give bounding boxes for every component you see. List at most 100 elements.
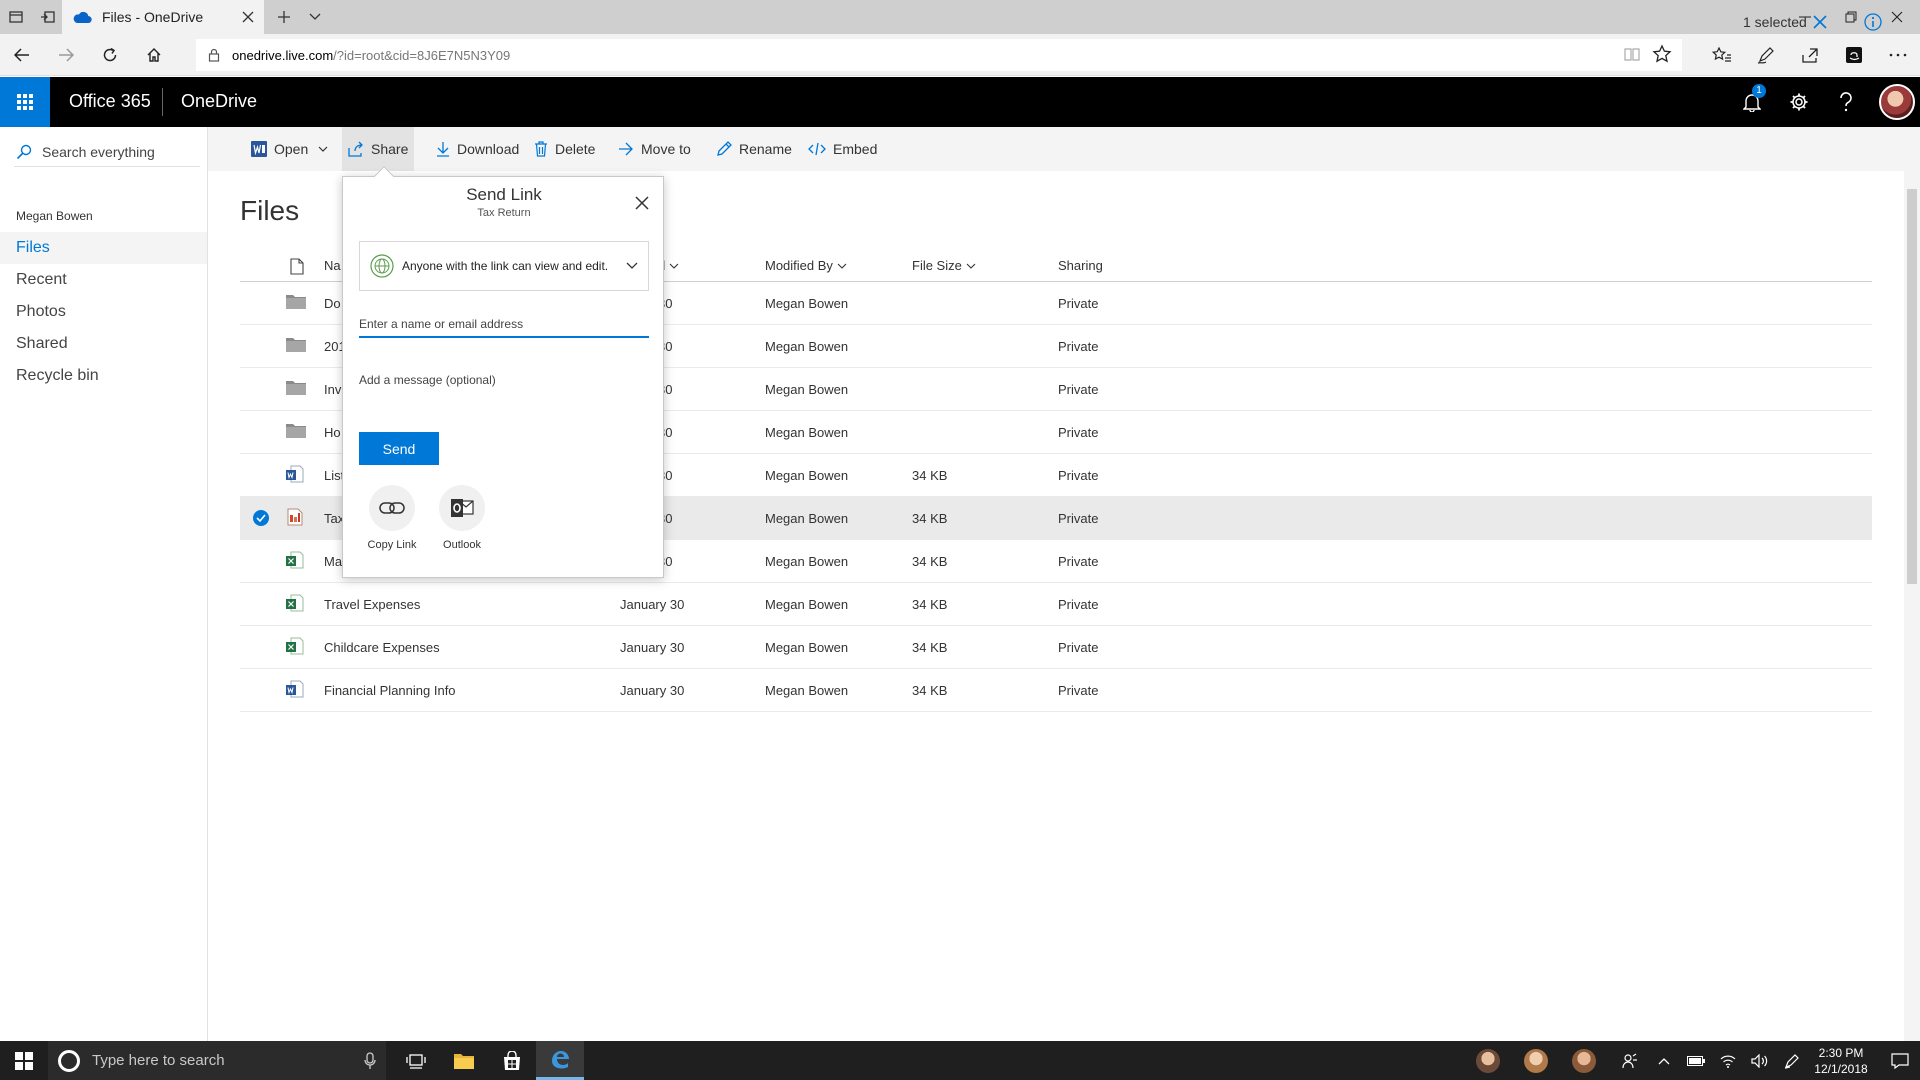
windows-start-icon[interactable]: [0, 1041, 48, 1080]
more-settings-icon[interactable]: [1886, 43, 1910, 67]
microphone-icon[interactable]: [364, 1051, 376, 1070]
wifi-icon[interactable]: [1714, 1041, 1742, 1080]
task-view-icon[interactable]: [392, 1041, 440, 1080]
app-launcher-waffle-icon[interactable]: [0, 77, 50, 127]
clear-selection-close-icon[interactable]: [1811, 13, 1829, 31]
rename-button[interactable]: Rename: [710, 127, 798, 171]
file-modified-by: Megan Bowen: [765, 425, 849, 440]
people-contact-avatar[interactable]: [1524, 1049, 1548, 1073]
file-name[interactable]: Do: [324, 296, 341, 311]
action-center-notification-icon[interactable]: [1880, 1041, 1920, 1080]
people-icon[interactable]: [1616, 1041, 1644, 1080]
file-sharing: Private: [1058, 597, 1099, 612]
app-name-link[interactable]: OneDrive: [181, 91, 257, 112]
clock-time: 2:30 PM: [1818, 1046, 1864, 1060]
tab-close-icon[interactable]: [236, 5, 260, 29]
open-button[interactable]: Open: [245, 127, 334, 171]
user-avatar[interactable]: [1879, 84, 1915, 120]
favorite-star-icon[interactable]: [1652, 44, 1672, 64]
file-sharing: Private: [1058, 382, 1099, 397]
file-name[interactable]: Inv: [324, 382, 341, 397]
new-tab-icon[interactable]: [272, 5, 296, 29]
forward-arrow-icon[interactable]: [54, 43, 78, 67]
table-row[interactable]: Travel Expenses January 30 Megan Bowen 3…: [240, 583, 1872, 626]
column-header-file-size[interactable]: File Size: [912, 258, 976, 273]
address-field[interactable]: onedrive.live.com/?id=root&cid=8J6E7N5N3…: [196, 39, 1682, 71]
people-contact-avatar[interactable]: [1572, 1049, 1596, 1073]
move-to-button[interactable]: Move to: [612, 127, 697, 171]
microsoft-store-icon[interactable]: [488, 1041, 536, 1080]
link-permission-selector[interactable]: Anyone with the link can view and edit.: [359, 241, 649, 291]
scrollbar-thumb[interactable]: [1907, 189, 1917, 584]
nav-item-recycle-bin[interactable]: Recycle bin: [0, 360, 207, 392]
nav-item-shared[interactable]: Shared: [0, 328, 207, 360]
settings-gear-icon[interactable]: [1787, 90, 1811, 114]
file-modified-by: Megan Bowen: [765, 683, 849, 698]
search-everything-box[interactable]: Search everything: [14, 137, 200, 167]
file-type-column-icon[interactable]: [290, 258, 304, 275]
download-button[interactable]: Download: [430, 127, 525, 171]
dialog-title: Send Link: [466, 185, 542, 204]
refresh-icon[interactable]: [98, 43, 122, 67]
reading-view-icon[interactable]: [1622, 44, 1642, 64]
system-clock[interactable]: 2:30 PM 12/1/2018: [1804, 1045, 1878, 1077]
show-hidden-icons-chevron-icon[interactable]: [1650, 1041, 1678, 1080]
share-icon: [348, 141, 364, 157]
pencil-icon: [716, 141, 732, 157]
folder-icon: [286, 336, 306, 352]
vertical-scrollbar[interactable]: [1904, 171, 1920, 1041]
file-explorer-icon[interactable]: [440, 1041, 488, 1080]
favorites-hub-icon[interactable]: [1710, 43, 1734, 67]
back-arrow-icon[interactable]: [10, 43, 34, 67]
edge-browser-icon[interactable]: [536, 1041, 584, 1080]
file-size: 34 KB: [912, 597, 948, 612]
column-header-sharing[interactable]: Sharing: [1058, 258, 1103, 273]
pen-notes-icon[interactable]: [1754, 43, 1778, 67]
file-sharing: Private: [1058, 683, 1099, 698]
report-document-icon: [286, 508, 304, 526]
help-question-icon[interactable]: [1834, 90, 1858, 114]
share-page-icon[interactable]: [1798, 43, 1822, 67]
browser-tab[interactable]: Files - OneDrive: [62, 0, 264, 34]
file-name[interactable]: Travel Expenses: [324, 597, 420, 612]
send-button[interactable]: Send: [359, 432, 439, 465]
file-name[interactable]: Financial Planning Info: [324, 683, 456, 698]
column-header-modified-by[interactable]: Modified By: [765, 258, 847, 273]
tab-title: Files - OneDrive: [102, 9, 204, 25]
file-name[interactable]: Childcare Expenses: [324, 640, 440, 655]
cortana-ring-icon: [58, 1049, 80, 1072]
file-sharing: Private: [1058, 339, 1099, 354]
share-button[interactable]: Share: [342, 127, 415, 171]
battery-icon[interactable]: [1682, 1041, 1710, 1080]
recipient-email-input[interactable]: [359, 312, 649, 338]
volume-icon[interactable]: [1746, 1041, 1774, 1080]
embed-button[interactable]: Embed: [802, 127, 883, 171]
table-row[interactable]: Financial Planning Info January 30 Megan…: [240, 669, 1872, 712]
set-tabs-aside-icon[interactable]: [36, 5, 60, 29]
selected-checkmark-icon[interactable]: [252, 509, 270, 527]
amazon-extension-icon[interactable]: [1842, 43, 1866, 67]
tabs-aside-icon[interactable]: [4, 5, 28, 29]
home-icon[interactable]: [142, 43, 166, 67]
search-placeholder: Search everything: [42, 143, 155, 160]
windows-ink-pen-icon[interactable]: [1778, 1041, 1806, 1080]
nav-item-files[interactable]: Files: [0, 232, 207, 264]
info-pane-icon[interactable]: [1863, 12, 1883, 32]
nav-item-recent[interactable]: Recent: [0, 264, 207, 296]
delete-button[interactable]: Delete: [528, 127, 601, 171]
table-row[interactable]: Childcare Expenses January 30 Megan Bowe…: [240, 626, 1872, 669]
file-name[interactable]: Ho: [324, 425, 341, 440]
people-contact-avatar[interactable]: [1476, 1049, 1500, 1073]
dialog-close-icon[interactable]: [631, 192, 653, 214]
file-name[interactable]: Ma: [324, 554, 342, 569]
office-brand-link[interactable]: Office 365: [69, 91, 151, 112]
file-modified-by: Megan Bowen: [765, 339, 849, 354]
tab-list-chevron-icon[interactable]: [303, 5, 327, 29]
column-header-name[interactable]: Na: [324, 258, 341, 273]
nav-item-photos[interactable]: Photos: [0, 296, 207, 328]
message-input[interactable]: [359, 373, 649, 413]
copy-link-option[interactable]: Copy Link: [361, 485, 423, 551]
file-modified-by: Megan Bowen: [765, 296, 849, 311]
taskbar-search-box[interactable]: Type here to search: [48, 1041, 386, 1080]
outlook-option[interactable]: Outlook: [431, 485, 493, 551]
